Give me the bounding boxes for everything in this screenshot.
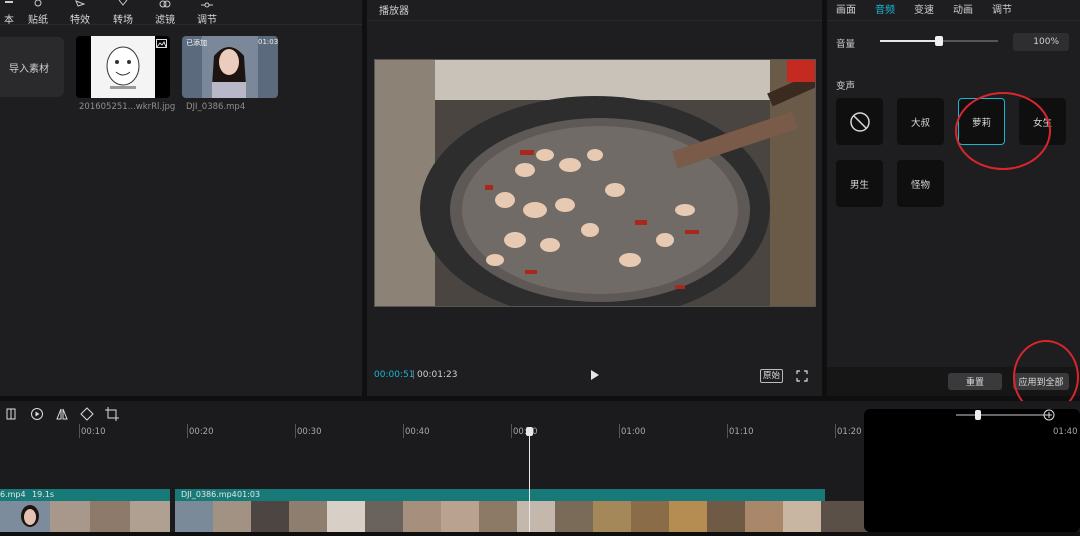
zoom-slider[interactable] <box>956 414 1046 416</box>
voice-change-label: 变声 <box>836 81 856 92</box>
clip-duration: 19.1s <box>32 490 54 499</box>
total-time: 00:01:23 <box>417 370 458 380</box>
toolbar-filter[interactable]: 滤镜 <box>142 0 188 26</box>
media-item-name: 201605251...wkrRl.jpg <box>79 102 176 112</box>
volume-value-field[interactable]: 100% <box>1013 33 1069 51</box>
original-ratio-button[interactable]: 原始 <box>760 369 784 383</box>
current-time: 00:00:51 <box>374 370 415 380</box>
tab-picture[interactable]: 画面 <box>836 1 856 16</box>
tick-mark <box>187 424 188 438</box>
media-panel: 本 贴纸 特效 转场 滤镜 调节 导入素材 201605251...wkrRl.… <box>0 0 362 396</box>
adjust-icon <box>201 2 213 8</box>
clip-name: DJI_0386.mp4 <box>181 490 237 499</box>
tick-label: 00:40 <box>405 427 430 437</box>
voice-label: 男生 <box>849 179 869 191</box>
time-separator: | <box>412 370 416 380</box>
tick-label: 00:10 <box>81 427 106 437</box>
toolbar-effects[interactable]: 特效 <box>57 0 103 26</box>
split-icon[interactable] <box>4 407 18 421</box>
video-frame-image <box>375 60 815 306</box>
fullscreen-icon[interactable] <box>796 370 808 382</box>
divider <box>367 20 822 21</box>
voice-label: 怪物 <box>910 179 930 191</box>
player-panel: 播放器 00:00:51 | 00:01:23 原始 <box>367 0 822 396</box>
toolbar-transition[interactable]: 转场 <box>100 0 146 26</box>
voice-monster-button[interactable]: 怪物 <box>897 160 944 207</box>
freeze-icon[interactable] <box>30 407 44 421</box>
toolbar-sticker[interactable]: 贴纸 <box>15 0 61 26</box>
play-icon[interactable] <box>587 368 601 382</box>
rotate-icon[interactable] <box>80 407 94 421</box>
video-clip-2[interactable] <box>175 501 870 532</box>
playhead[interactable] <box>529 431 530 532</box>
volume-label: 音量 <box>836 39 856 50</box>
zoom-slider-handle[interactable] <box>975 410 981 420</box>
clip-duration: 01:03 <box>237 490 261 499</box>
timeline-panel: 00:10 00:20 00:30 00:40 00:50 01:00 01:1… <box>0 401 1080 532</box>
text-icon <box>5 1 13 3</box>
divider <box>827 20 1080 21</box>
media-duration: 01:03 <box>258 38 278 46</box>
tab-audio[interactable]: 音频 <box>875 1 895 16</box>
zoom-in-icon[interactable] <box>1043 409 1055 421</box>
filter-icon <box>159 0 171 8</box>
tick-label: 01:40 <box>1053 427 1078 437</box>
tick-label: 00:30 <box>297 427 322 437</box>
tab-animation[interactable]: 动画 <box>953 1 973 16</box>
sticker-icon <box>34 0 42 7</box>
voice-label: 大叔 <box>910 117 930 129</box>
playhead-handle[interactable] <box>526 427 533 436</box>
voice-uncle-button[interactable]: 大叔 <box>897 98 944 145</box>
volume-slider-fill <box>880 40 939 42</box>
clip-name: 6.mp4 <box>0 490 26 499</box>
divider <box>0 24 362 25</box>
media-item-image[interactable] <box>76 36 170 98</box>
tab-adjust[interactable]: 调节 <box>992 1 1012 16</box>
tick-label: 01:00 <box>621 427 646 437</box>
tick-mark <box>295 424 296 438</box>
tick-label: 01:10 <box>729 427 754 437</box>
voice-boy-button[interactable]: 男生 <box>836 160 883 207</box>
tick-mark <box>79 424 80 438</box>
effects-icon <box>75 0 85 7</box>
voice-none-button[interactable] <box>836 98 883 145</box>
added-badge: 已添加 <box>186 39 207 47</box>
media-item-name: DJI_0386.mp4 <box>186 102 246 112</box>
reset-label: 重置 <box>965 378 984 388</box>
import-media-button[interactable]: 导入素材 <box>0 37 64 97</box>
track-header[interactable]: 6.mp4 19.1s <box>0 489 170 501</box>
transition-icon <box>118 0 128 6</box>
media-item-video[interactable]: 已添加 01:03 <box>182 36 278 98</box>
track-header[interactable]: DJI_0386.mp4 01:03 <box>175 489 825 501</box>
clip-frames <box>0 501 170 532</box>
tick-mark <box>511 424 512 438</box>
video-clip-1[interactable] <box>0 501 170 532</box>
reset-button[interactable]: 重置 <box>948 373 1002 390</box>
crop-icon[interactable] <box>105 407 119 421</box>
tick-label: 00:20 <box>189 427 214 437</box>
player-title: 播放器 <box>379 6 409 17</box>
annotation-circle-voice <box>955 92 1051 170</box>
tick-mark <box>403 424 404 438</box>
volume-value: 100% <box>1033 37 1059 47</box>
tab-speed[interactable]: 变速 <box>914 1 934 16</box>
mirror-icon[interactable] <box>55 407 69 421</box>
overlay-blackout <box>864 409 1080 532</box>
none-icon <box>849 111 870 132</box>
inspector-panel: 画面 音频 变速 动画 调节 音量 100% 变声 大叔 萝莉 女生 男生 怪物… <box>827 0 1080 396</box>
volume-slider-handle[interactable] <box>935 36 943 46</box>
clip-frames <box>175 501 870 532</box>
import-label: 导入素材 <box>9 63 49 75</box>
toolbar-adjust[interactable]: 调节 <box>184 0 230 26</box>
video-preview[interactable] <box>374 59 816 307</box>
tick-mark <box>619 424 620 438</box>
tick-label: 01:20 <box>837 427 862 437</box>
tick-mark <box>727 424 728 438</box>
tick-mark <box>835 424 836 438</box>
image-icon <box>156 39 167 48</box>
